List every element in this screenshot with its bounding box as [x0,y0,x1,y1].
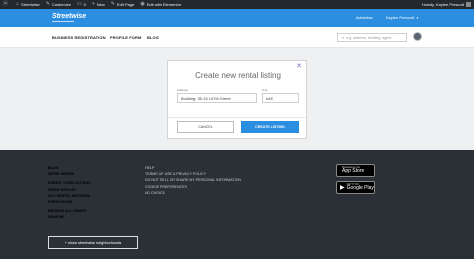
google-play-badge[interactable]: ▶ GET IT ON Google Play [336,181,375,194]
admin-bar: ⓦ ⌂ Streetwise ✎ Customize ▭ 0 + New ✎ Edit P… [0,0,474,9]
show-neighborhoods-button[interactable]: + show streetwise neighborhoods [48,236,138,249]
user-name: Kaylee Prescott [386,15,415,20]
edit-page-label: Edit Page [116,2,135,7]
search-input[interactable]: ⌕ e.g. address, building, agent [337,33,407,42]
avatar[interactable] [413,32,422,41]
edit-elementor-label: Edit with Elementor [146,2,182,7]
play-icon: ▶ [340,184,345,191]
nav-profile-form[interactable]: PROFILE FORM [110,35,141,40]
edit-page-link[interactable]: ✎ Edit Page [110,1,135,8]
app-store-badge[interactable]: Download on the App Store [336,164,375,177]
comments-count: 0 [83,2,86,7]
address-label: Address [177,88,189,92]
footer-link-do-not-sell[interactable]: DO NOT SELL OR SHARE MY PERSONAL INFORMA… [145,177,241,183]
new-content-link[interactable]: + New [91,1,105,8]
app-store-big: App Store [342,168,365,175]
google-play-big: Google Play [346,185,374,192]
modal-title: Create new rental listing [195,71,281,80]
close-icon[interactable]: ✕ [296,63,302,70]
site-name-label: Streetwise [21,2,40,7]
site-logo[interactable]: Streetwise [52,13,86,20]
search-placeholder: e.g. address, building, agent [346,35,392,40]
unit-field[interactable]: #4E [262,93,299,103]
modal-divider [168,117,306,118]
footer-col-1: BLOG WE'RE HIRING! SUBMIT YOUR LISTINGS … [48,165,91,221]
home-icon: ⌂ [16,1,20,7]
comments-link[interactable]: ▭ 0 [76,1,86,8]
site-name-link[interactable]: ⌂ Streetwise [16,1,40,8]
footer-link-ad-choice[interactable]: AD CHOICE [145,190,241,196]
create-listing-button[interactable]: CREATE LISTING [241,121,299,133]
pencil-icon: ✎ [110,1,115,7]
search-icon: ⌕ [342,35,345,40]
advertise-link[interactable]: Advertise [356,15,373,20]
customize-label: Customize [51,2,71,7]
user-menu[interactable]: Kaylee Prescott ▼ [386,15,419,20]
site-header: Streetwise Advertise Kaylee Prescott ▼ [0,9,474,27]
brush-icon: ✎ [45,1,50,7]
account-menu[interactable]: Howdy, Kaylee Prescott [422,2,471,7]
nav-business-registration[interactable]: BUSINESS REGISTRATION [52,35,106,40]
howdy-label: Howdy, Kaylee Prescott [421,2,464,7]
nav-blog[interactable]: BLOG [147,35,159,40]
unit-label: Unit [262,88,268,92]
plus-icon: + [91,1,95,7]
footer-col-2: HELP TERMS OF USE & PRIVACY POLICY DO NO… [145,165,241,196]
create-listing-modal: Create new rental listing ✕ Address Buil… [167,60,307,139]
new-label: New [96,2,105,7]
customize-link[interactable]: ✎ Customize [45,1,71,8]
wordpress-menu[interactable]: ⓦ [3,2,10,7]
elementor-icon: ◉ [140,1,145,7]
footer-link-submit[interactable]: SUBMIT YOUR LISTINGS [48,180,91,186]
comment-icon: ▭ [76,1,82,7]
chevron-down-icon: ▼ [416,16,419,20]
footer-link-near[interactable]: NEAR ME [48,214,91,220]
address-field[interactable]: Building: 35-15 147th Street [177,93,257,103]
edit-elementor-link[interactable]: ◉ Edit with Elementor [140,1,182,8]
wordpress-icon: ⓦ [3,1,9,7]
cancel-button[interactable]: CANCEL [177,121,234,133]
logo-underline [52,21,74,22]
admin-avatar [466,2,471,7]
